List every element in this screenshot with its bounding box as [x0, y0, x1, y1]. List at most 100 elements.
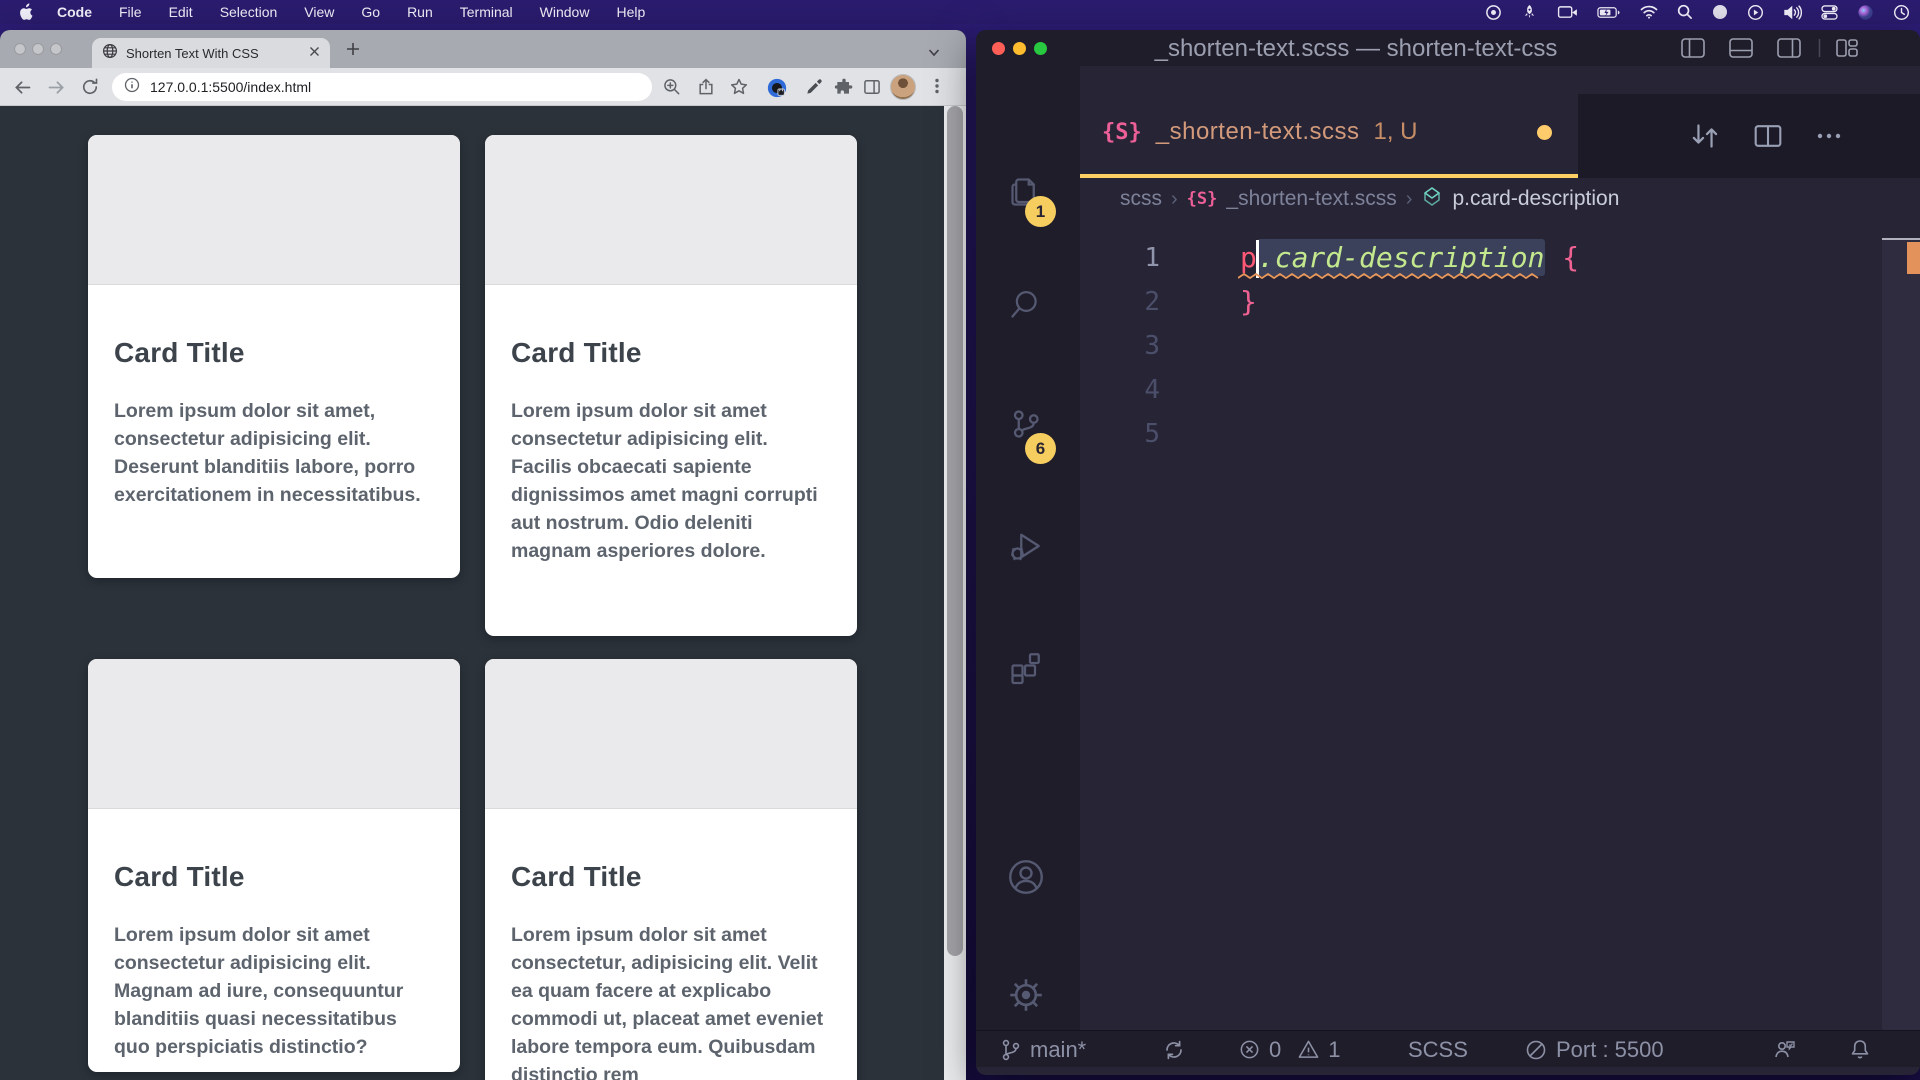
page-scrollbar[interactable] [944, 106, 966, 1080]
error-count: 0 [1269, 1037, 1281, 1063]
line-number: 2 [1080, 280, 1160, 324]
sync-icon [1162, 1038, 1186, 1062]
reload-button[interactable] [80, 77, 100, 102]
card-2: Card Title Lorem ipsum dolor sit amet co… [485, 135, 857, 636]
zoom-icon[interactable] [662, 77, 682, 102]
forward-button[interactable] [46, 77, 67, 103]
play-circle-icon[interactable] [1747, 4, 1764, 21]
code-line-5[interactable]: 5 [1080, 412, 1920, 456]
vscode-minimize-button[interactable] [1013, 42, 1026, 55]
menu-edit[interactable]: Edit [169, 4, 193, 20]
toggle-secondary-sidebar-icon[interactable] [1776, 36, 1802, 65]
share-icon[interactable] [696, 77, 716, 102]
code-editor[interactable]: 1 p.card-description { 2 } 3 4 5 [1080, 220, 1920, 1030]
customize-layout-icon[interactable] [1834, 36, 1860, 65]
run-debug-icon[interactable] [1005, 526, 1045, 571]
menu-view[interactable]: View [304, 4, 334, 20]
vscode-zoom-button[interactable] [1034, 42, 1047, 55]
settings-gear-icon[interactable] [1005, 974, 1047, 1021]
url-text[interactable]: 127.0.0.1:5500/index.html [150, 79, 311, 95]
unsaved-dot-icon[interactable] [1537, 125, 1552, 140]
extensions-puzzle-icon[interactable] [834, 77, 854, 102]
eyedropper-icon[interactable] [804, 77, 824, 102]
address-bar[interactable]: 127.0.0.1:5500/index.html [112, 73, 652, 101]
spotlight-search-icon[interactable] [1677, 4, 1693, 20]
menu-file[interactable]: File [119, 4, 142, 20]
do-not-disturb-icon[interactable] [1712, 4, 1728, 20]
vscode-close-button[interactable] [992, 42, 1005, 55]
code-line-1[interactable]: 1 p.card-description { [1080, 236, 1920, 280]
split-editor-icon[interactable] [1752, 120, 1784, 157]
search-icon[interactable] [1005, 284, 1045, 329]
code-line-4[interactable]: 4 [1080, 368, 1920, 412]
menu-run[interactable]: Run [407, 4, 433, 20]
menu-terminal[interactable]: Terminal [460, 4, 513, 20]
more-actions-icon[interactable] [1814, 124, 1844, 153]
clock-icon[interactable] [1893, 4, 1910, 21]
language-mode-item[interactable]: SCSS [1408, 1031, 1468, 1068]
token-close-brace: } [1240, 285, 1257, 318]
record-icon[interactable] [1485, 4, 1502, 21]
profile-avatar[interactable] [890, 74, 916, 100]
card-3-title: Card Title [114, 861, 434, 893]
breadcrumb-symbol[interactable]: p.card-description [1452, 187, 1619, 211]
line-number: 4 [1080, 368, 1160, 412]
browser-close-button[interactable] [14, 43, 26, 55]
browser-zoom-button[interactable] [50, 43, 62, 55]
code-line-2[interactable]: 2 } [1080, 280, 1920, 324]
rocket-icon[interactable] [1521, 4, 1538, 21]
card-3-image-placeholder [88, 659, 460, 809]
menu-go[interactable]: Go [361, 4, 380, 20]
accounts-icon[interactable] [1005, 856, 1047, 903]
card-3-description: Lorem ipsum dolor sit amet consectetur a… [114, 921, 434, 1061]
live-server-port-item[interactable]: Port : 5500 [1524, 1031, 1664, 1068]
browser-tab[interactable]: Shorten Text With CSS [92, 38, 330, 68]
chevron-right-icon: › [1171, 188, 1178, 211]
tab-search-chevron-icon[interactable] [928, 44, 940, 62]
page-scrollbar-thumb[interactable] [947, 106, 963, 956]
code-line-3[interactable]: 3 [1080, 324, 1920, 368]
browser-menu-dots-icon[interactable] [928, 77, 946, 100]
language-mode: SCSS [1408, 1037, 1468, 1063]
breadcrumb-folder[interactable]: scss [1120, 187, 1162, 211]
apple-menu-icon[interactable] [18, 3, 33, 21]
overview-ruler-warning-marker [1907, 242, 1920, 274]
problems-item[interactable]: 0 1 [1238, 1031, 1341, 1068]
new-tab-button[interactable] [346, 42, 360, 61]
back-button[interactable] [12, 77, 33, 103]
volume-icon[interactable] [1783, 5, 1802, 20]
bookmark-star-icon[interactable] [729, 77, 749, 102]
notifications-item[interactable] [1848, 1031, 1872, 1068]
extensions-icon[interactable] [1005, 648, 1045, 693]
tab-close-icon[interactable] [309, 44, 320, 62]
menu-app-name[interactable]: Code [57, 4, 92, 20]
status-bar: main* 0 1 SCSS Port : 5500 [976, 1030, 1920, 1067]
port-label: Port : 5500 [1556, 1037, 1664, 1063]
toggle-sidebar-icon[interactable] [1680, 36, 1706, 65]
extension-badge-icon[interactable] [766, 77, 788, 104]
sync-changes-item[interactable] [1162, 1031, 1186, 1068]
chevron-right-icon: › [1406, 188, 1413, 211]
editor-scrollbar[interactable] [1882, 240, 1920, 1030]
menu-help[interactable]: Help [616, 4, 645, 20]
menu-window[interactable]: Window [540, 4, 590, 20]
screen-share-icon[interactable] [1557, 5, 1578, 20]
browser-minimize-button[interactable] [32, 43, 44, 55]
open-changes-icon[interactable] [1688, 120, 1722, 157]
toggle-panel-icon[interactable] [1728, 36, 1754, 65]
site-info-icon[interactable] [124, 77, 140, 98]
control-center-icon[interactable] [1821, 5, 1838, 20]
breadcrumb-file[interactable]: _shorten-text.scss [1226, 187, 1396, 211]
editor-tab[interactable]: {S} _shorten-text.scss 1, U [1080, 94, 1578, 178]
card-4-description: Lorem ipsum dolor sit amet consectetur, … [511, 921, 831, 1080]
feedback-item[interactable] [1772, 1031, 1798, 1068]
git-branch-item[interactable]: main* [1000, 1031, 1086, 1068]
battery-icon[interactable] [1597, 6, 1621, 19]
wifi-icon[interactable] [1640, 5, 1658, 19]
side-panel-icon[interactable] [862, 77, 882, 102]
card-1-description: Lorem ipsum dolor sit amet, consectetur … [114, 397, 434, 509]
menu-selection[interactable]: Selection [220, 4, 278, 20]
menu-items: Code File Edit Selection View Go Run Ter… [57, 4, 645, 20]
desktop: Code File Edit Selection View Go Run Ter… [0, 0, 1920, 1080]
siri-icon[interactable] [1857, 4, 1874, 21]
